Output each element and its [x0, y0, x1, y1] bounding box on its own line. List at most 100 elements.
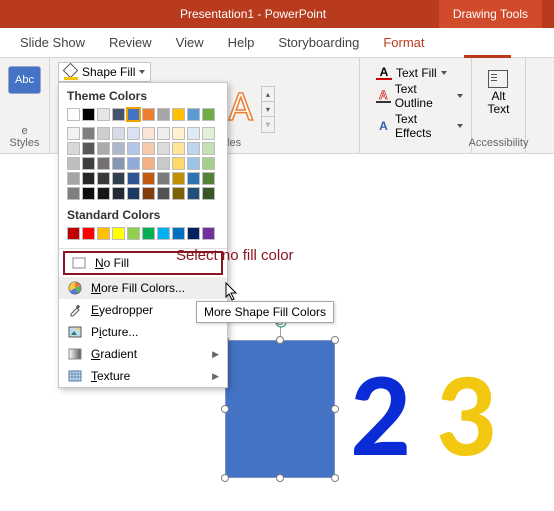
color-swatch[interactable]: [187, 142, 200, 155]
color-swatch[interactable]: [67, 227, 80, 240]
color-swatch[interactable]: [172, 127, 185, 140]
color-swatch[interactable]: [112, 142, 125, 155]
wordart-style-3[interactable]: A: [229, 86, 253, 128]
shape-digit-2[interactable]: 2: [350, 355, 411, 475]
color-swatch[interactable]: [127, 108, 140, 121]
color-swatch[interactable]: [172, 227, 185, 240]
shape-fill-button[interactable]: Shape Fill: [58, 62, 151, 82]
gallery-more-icon[interactable]: ▿: [262, 117, 274, 132]
color-swatch[interactable]: [172, 108, 185, 121]
color-swatch[interactable]: [187, 172, 200, 185]
color-swatch[interactable]: [157, 142, 170, 155]
text-outline-button[interactable]: A Text Outline: [376, 82, 463, 110]
selected-rectangle-shape[interactable]: [225, 340, 335, 478]
color-swatch[interactable]: [82, 142, 95, 155]
color-swatch[interactable]: [202, 157, 215, 170]
resize-handle[interactable]: [331, 474, 339, 482]
menu-gradient[interactable]: Gradient ▶: [59, 343, 227, 365]
color-swatch[interactable]: [97, 172, 110, 185]
color-swatch[interactable]: [172, 142, 185, 155]
color-swatch[interactable]: [127, 187, 140, 200]
color-swatch[interactable]: [67, 127, 80, 140]
color-swatch[interactable]: [67, 142, 80, 155]
alt-text-button[interactable]: Alt Text: [487, 62, 509, 116]
resize-handle[interactable]: [276, 336, 284, 344]
color-swatch[interactable]: [172, 157, 185, 170]
color-swatch[interactable]: [127, 127, 140, 140]
color-swatch[interactable]: [97, 227, 110, 240]
color-swatch[interactable]: [187, 227, 200, 240]
color-swatch[interactable]: [127, 172, 140, 185]
color-swatch[interactable]: [187, 157, 200, 170]
color-swatch[interactable]: [187, 108, 200, 121]
color-swatch[interactable]: [202, 108, 215, 121]
shape-style-thumb[interactable]: Abc: [8, 66, 41, 94]
color-swatch[interactable]: [97, 127, 110, 140]
menu-picture[interactable]: Picture...: [59, 321, 227, 343]
color-swatch[interactable]: [142, 108, 155, 121]
color-swatch[interactable]: [112, 157, 125, 170]
resize-handle[interactable]: [221, 474, 229, 482]
color-swatch[interactable]: [172, 172, 185, 185]
color-swatch[interactable]: [202, 227, 215, 240]
color-swatch[interactable]: [82, 157, 95, 170]
color-swatch[interactable]: [202, 172, 215, 185]
color-swatch[interactable]: [127, 142, 140, 155]
text-fill-button[interactable]: A Text Fill: [376, 66, 463, 80]
color-swatch[interactable]: [97, 108, 110, 121]
tab-view[interactable]: View: [164, 28, 216, 57]
color-swatch[interactable]: [82, 172, 95, 185]
color-swatch[interactable]: [157, 157, 170, 170]
color-swatch[interactable]: [97, 187, 110, 200]
tab-storyboarding[interactable]: Storyboarding: [266, 28, 371, 57]
color-swatch[interactable]: [97, 142, 110, 155]
color-swatch[interactable]: [127, 157, 140, 170]
color-swatch[interactable]: [142, 227, 155, 240]
resize-handle[interactable]: [331, 405, 339, 413]
color-swatch[interactable]: [202, 127, 215, 140]
gallery-down-icon[interactable]: ▾: [262, 102, 274, 117]
color-swatch[interactable]: [142, 187, 155, 200]
resize-handle[interactable]: [276, 474, 284, 482]
color-swatch[interactable]: [67, 187, 80, 200]
color-swatch[interactable]: [67, 108, 80, 121]
color-swatch[interactable]: [112, 227, 125, 240]
color-swatch[interactable]: [82, 187, 95, 200]
color-swatch[interactable]: [157, 187, 170, 200]
color-swatch[interactable]: [187, 187, 200, 200]
color-swatch[interactable]: [67, 172, 80, 185]
color-swatch[interactable]: [142, 172, 155, 185]
gallery-scroll[interactable]: ▴ ▾ ▿: [261, 86, 275, 133]
color-swatch[interactable]: [112, 172, 125, 185]
color-swatch[interactable]: [157, 227, 170, 240]
color-swatch[interactable]: [157, 127, 170, 140]
color-swatch[interactable]: [82, 227, 95, 240]
shape-digit-3[interactable]: 3: [435, 355, 496, 475]
tab-slideshow[interactable]: Slide Show: [8, 28, 97, 57]
color-swatch[interactable]: [82, 108, 95, 121]
color-swatch[interactable]: [142, 157, 155, 170]
color-swatch[interactable]: [82, 127, 95, 140]
color-swatch[interactable]: [142, 142, 155, 155]
color-swatch[interactable]: [157, 172, 170, 185]
color-swatch[interactable]: [157, 108, 170, 121]
color-swatch[interactable]: [127, 227, 140, 240]
color-swatch[interactable]: [202, 142, 215, 155]
color-swatch[interactable]: [112, 187, 125, 200]
color-swatch[interactable]: [187, 127, 200, 140]
tab-review[interactable]: Review: [97, 28, 164, 57]
gallery-up-icon[interactable]: ▴: [262, 87, 274, 102]
color-swatch[interactable]: [67, 157, 80, 170]
color-swatch[interactable]: [112, 108, 125, 121]
tab-help[interactable]: Help: [216, 28, 267, 57]
text-effects-button[interactable]: A Text Effects: [376, 112, 463, 140]
resize-handle[interactable]: [331, 336, 339, 344]
menu-more-fill-colors[interactable]: More Fill Colors...: [59, 277, 227, 299]
color-swatch[interactable]: [112, 127, 125, 140]
color-swatch[interactable]: [97, 157, 110, 170]
tab-format[interactable]: Format: [371, 28, 436, 57]
resize-handle[interactable]: [221, 405, 229, 413]
menu-texture[interactable]: Texture ▶: [59, 365, 227, 387]
color-swatch[interactable]: [202, 187, 215, 200]
color-swatch[interactable]: [142, 127, 155, 140]
